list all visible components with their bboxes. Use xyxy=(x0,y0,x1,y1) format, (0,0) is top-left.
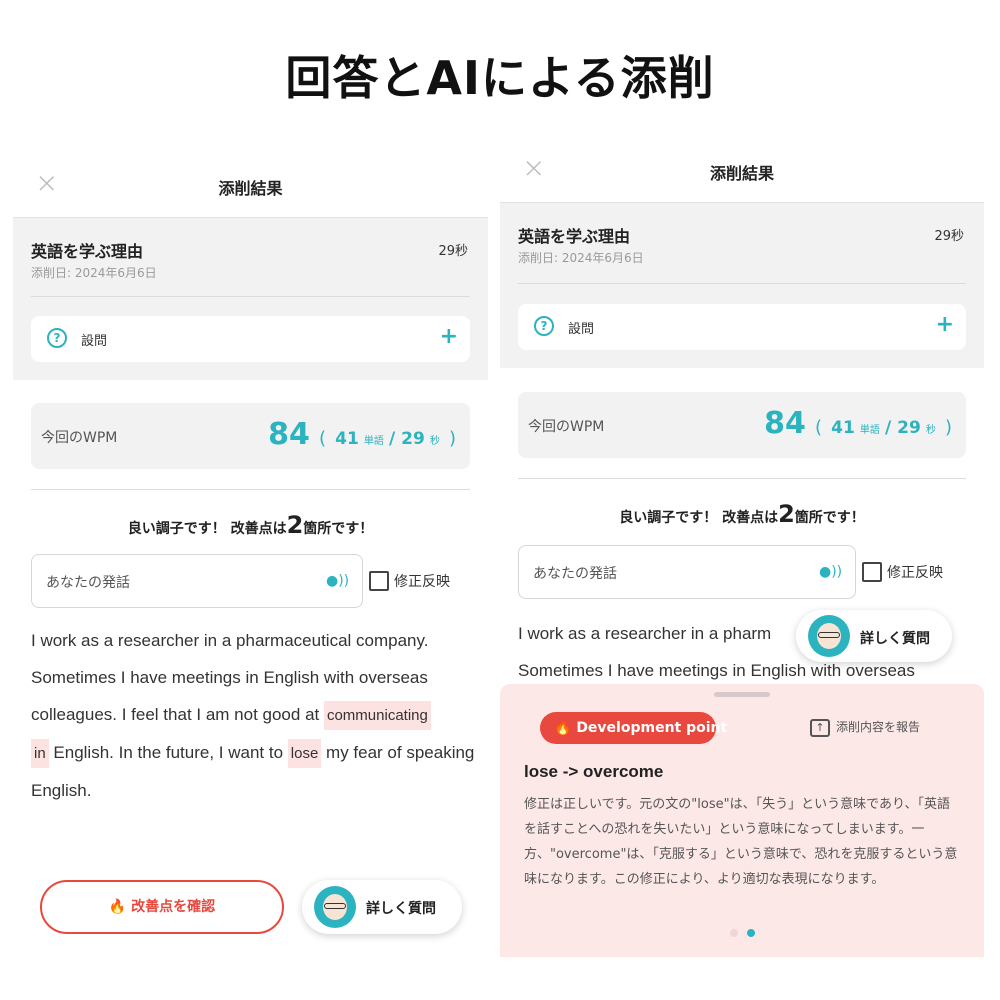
seconds-unit: 秒 xyxy=(925,425,936,436)
speech-label: あなたの発話 xyxy=(46,575,130,591)
wpm-separator: / xyxy=(388,429,402,449)
avatar-icon xyxy=(314,886,356,928)
wpm-close-paren: ) xyxy=(448,428,456,449)
header-title: 添削結果 xyxy=(218,179,283,198)
checkbox-label: 修正反映 xyxy=(887,565,943,581)
divider xyxy=(31,489,470,490)
summary-pre: 良い調子です！ 改善点は xyxy=(127,521,287,537)
summary-post: 箇所です！ xyxy=(303,521,374,537)
transcript-part: Sometimes I have meetings in English wit… xyxy=(518,661,915,680)
speech-box[interactable]: あなたの発話 ●)) xyxy=(31,554,363,608)
report-button[interactable]: ↑ 添削内容を報告 xyxy=(810,718,920,737)
wpm-close-paren: ) xyxy=(944,417,952,438)
plus-icon[interactable]: + xyxy=(936,312,954,337)
seconds-count: 29 xyxy=(401,429,425,449)
wpm-open-paren: ( xyxy=(814,417,823,438)
ask-detail-button[interactable]: 詳しく質問 xyxy=(302,880,462,934)
question-label: 設問 xyxy=(81,334,108,349)
summary-pre: 良い調子です！ 改善点は xyxy=(619,510,779,526)
plus-icon[interactable]: + xyxy=(440,324,458,349)
wpm-value: 84 xyxy=(268,417,310,452)
word-unit: 単語 xyxy=(363,436,384,447)
feedback-sheet: 🔥 Development point ↑ 添削内容を報告 lose -> ove… xyxy=(500,684,984,957)
right-screen: × 添削結果 英語を学ぶ理由 29秒 添削日: 2024年6月6日 ? 設問 +… xyxy=(500,0,984,1000)
wpm-card: 今回のWPM 84 ( 41 単語 / 29 秒 ) xyxy=(31,403,470,469)
reflect-checkbox[interactable] xyxy=(862,562,882,582)
speech-box[interactable]: あなたの発話 ●)) xyxy=(518,545,856,599)
highlight-communicating[interactable]: communicating xyxy=(323,701,431,730)
topic-title: 英語を学ぶ理由 xyxy=(518,227,631,246)
badge-label: Development point xyxy=(576,720,728,736)
ask-label: 詳しく質問 xyxy=(860,631,930,647)
fire-icon: 🔥 xyxy=(108,899,127,915)
wpm-separator: / xyxy=(884,418,898,438)
question-label: 設問 xyxy=(568,322,595,337)
confirm-improvements-button[interactable]: 🔥 改善点を確認 xyxy=(40,880,284,934)
divider xyxy=(31,296,470,297)
word-count: 41 xyxy=(831,418,855,438)
fix-title: lose -> overcome xyxy=(524,762,664,781)
ask-label: 詳しく質問 xyxy=(366,901,436,917)
divider xyxy=(518,283,966,284)
summary-text: 良い調子です！ 改善点は2箇所です！ xyxy=(13,511,488,539)
question-icon: ? xyxy=(47,328,67,348)
reflect-checkbox[interactable] xyxy=(369,571,389,591)
page-dot-active[interactable] xyxy=(747,929,755,937)
duration: 29秒 xyxy=(438,244,468,259)
topic-title: 英語を学ぶ理由 xyxy=(31,242,144,261)
avatar-icon xyxy=(808,615,850,657)
transcript-part: I work as a researcher in a pharm xyxy=(518,624,772,643)
speech-label: あなたの発話 xyxy=(533,566,617,582)
duration: 29秒 xyxy=(934,229,964,244)
wpm-card: 今回のWPM 84 ( 41 単語 / 29 秒 ) xyxy=(518,392,966,458)
correction-date: 添削日: 2024年6月6日 xyxy=(31,266,157,280)
fire-icon: 🔥 xyxy=(554,720,572,736)
speaker-icon[interactable]: ●)) xyxy=(326,573,349,589)
speaker-icon[interactable]: ●)) xyxy=(819,564,842,580)
transcript-text: I work as a researcher in a pharmaceutic… xyxy=(31,622,478,809)
fix-explanation: 修正は正しいです。元の文の"lose"は、「失う」という意味であり、「英語を話す… xyxy=(524,797,958,887)
checkbox-label: 修正反映 xyxy=(394,574,450,590)
divider xyxy=(518,478,966,479)
seconds-unit: 秒 xyxy=(429,436,440,447)
header-title: 添削結果 xyxy=(709,164,774,183)
question-icon: ? xyxy=(534,316,554,336)
improvement-count: 2 xyxy=(778,500,795,528)
wpm-value-group: 84 ( 41 単語 / 29 秒 ) xyxy=(268,417,460,452)
summary-text: 良い調子です！ 改善点は2箇所です！ xyxy=(500,500,984,528)
transcript-part: English. In the future, I want to xyxy=(48,743,288,762)
left-screen: × 添削結果 英語を学ぶ理由 29秒 添削日: 2024年6月6日 ? 設問 +… xyxy=(13,0,488,1000)
wpm-open-paren: ( xyxy=(318,428,327,449)
drag-handle[interactable] xyxy=(714,692,770,697)
highlight-lose[interactable]: lose xyxy=(287,739,322,768)
word-unit: 単語 xyxy=(859,425,880,436)
page-dot[interactable] xyxy=(730,929,738,937)
highlight-in[interactable]: in xyxy=(31,739,49,768)
confirm-label: 改善点を確認 xyxy=(131,899,216,915)
topic-panel: 英語を学ぶ理由 29秒 添削日: 2024年6月6日 ? 設問 + xyxy=(13,217,488,380)
seconds-count: 29 xyxy=(897,418,921,438)
wpm-label: 今回のWPM xyxy=(41,430,118,446)
wpm-value: 84 xyxy=(764,406,806,441)
question-card[interactable]: ? 設問 + xyxy=(518,304,966,350)
development-point-badge: 🔥 Development point xyxy=(540,712,727,744)
word-count: 41 xyxy=(335,429,359,449)
improvement-count: 2 xyxy=(286,511,304,539)
topic-panel: 英語を学ぶ理由 29秒 添削日: 2024年6月6日 ? 設問 + xyxy=(500,202,984,368)
report-label: 添削内容を報告 xyxy=(836,720,921,734)
question-card[interactable]: ? 設問 + xyxy=(31,316,470,362)
report-icon: ↑ xyxy=(810,718,830,737)
summary-post: 箇所です！ xyxy=(794,510,865,526)
wpm-value-group: 84 ( 41 単語 / 29 秒 ) xyxy=(764,406,956,441)
correction-date: 添削日: 2024年6月6日 xyxy=(518,251,644,265)
wpm-label: 今回のWPM xyxy=(528,419,605,435)
ask-detail-button[interactable]: 詳しく質問 xyxy=(796,610,952,662)
